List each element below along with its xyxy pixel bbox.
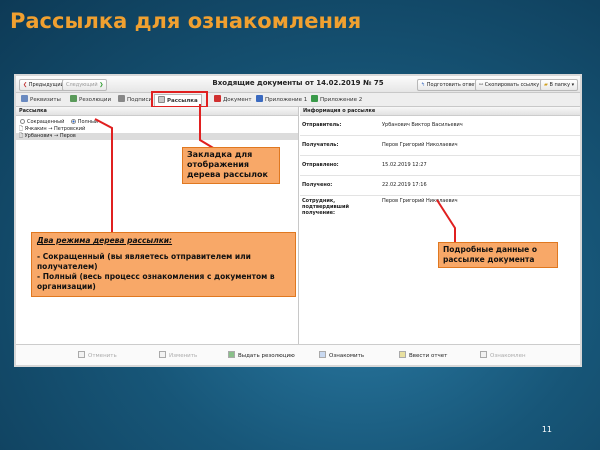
callout-tab-tree: Закладка для отображения дерева рассылок xyxy=(182,147,280,184)
callout-line-modes xyxy=(94,118,113,232)
callout-line-details xyxy=(436,199,456,242)
callout-lines xyxy=(94,104,456,242)
callout-details: Подробные данные о рассылке документа xyxy=(438,242,558,268)
callout-tree-modes: Два режима дерева рассылки: - Сокращенны… xyxy=(31,232,296,297)
callout-modes-title: Два режима дерева рассылки: xyxy=(37,236,173,245)
callout-mode-full: - Полный (весь процесс ознакомления с до… xyxy=(37,272,275,291)
page-number: 11 xyxy=(541,425,552,434)
callout-mode-short: - Сокращенный (вы являетесь отправителем… xyxy=(37,252,251,271)
